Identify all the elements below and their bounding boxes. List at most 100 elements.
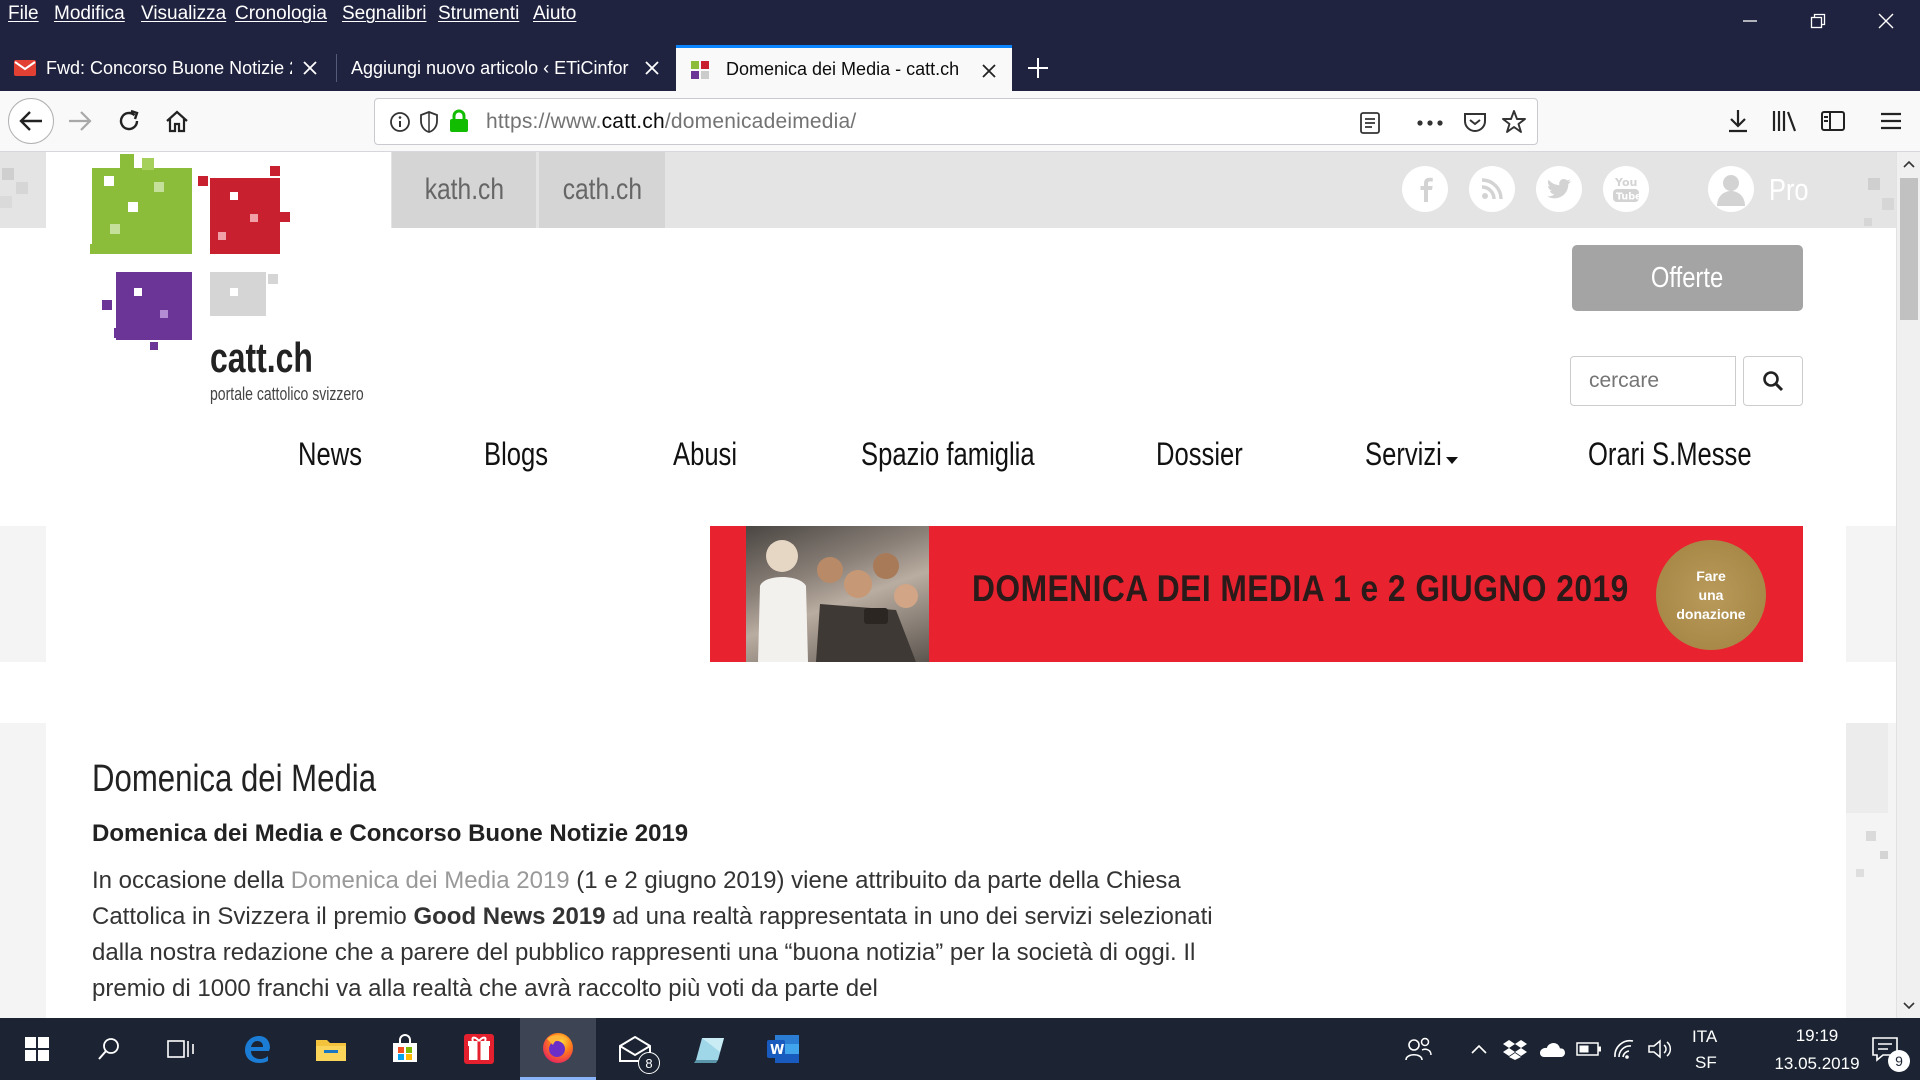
taskbar-store[interactable] [368,1018,442,1080]
tab-title: Aggiungi nuovo articolo ‹ ETiCinfor [351,57,629,78]
new-tab-button[interactable] [1018,48,1058,88]
sidebar-button[interactable] [1813,101,1853,141]
back-button[interactable] [8,98,54,144]
nav-dossier[interactable]: Dossier [1156,436,1243,473]
menu-strumenti[interactable]: Strumenti [438,3,519,25]
scroll-down-icon[interactable] [1903,1002,1915,1010]
chevron-up-icon [1471,1044,1487,1054]
menu-visualizza[interactable]: Visualizza [141,3,226,25]
rss-icon[interactable] [1469,166,1515,212]
home-button[interactable] [157,101,197,141]
nav-servizi[interactable]: Servizi [1365,436,1442,473]
windows-logo-icon [25,1037,49,1061]
banner-photo [746,526,929,662]
catt-logo-icon[interactable] [90,152,290,352]
catt-favicon [691,60,709,79]
input-language[interactable]: ITA [1692,1027,1717,1047]
restore-icon [1810,13,1826,29]
reload-icon [119,109,139,131]
domenica-media-banner[interactable]: DOMENICA DEI MEDIA 1 e 2 GIUGNO 2019 Far… [710,526,1803,662]
menu-modifica[interactable]: Modifica [54,3,125,25]
facebook-icon[interactable] [1402,166,1448,212]
user-avatar-icon[interactable] [1708,166,1754,212]
pro-login-link[interactable]: Pro [1769,172,1809,208]
taskbar-gift-app[interactable] [442,1018,516,1080]
app-menu-button[interactable] [1871,101,1911,141]
taskbar-edge[interactable] [220,1018,294,1080]
scrollbar-thumb[interactable] [1900,178,1918,320]
youtube-icon[interactable]: You Tube [1603,166,1649,212]
tray-wifi[interactable] [1608,1018,1642,1080]
tray-dropbox[interactable] [1498,1018,1532,1080]
lock-icon[interactable] [449,109,469,133]
twitter-icon[interactable] [1536,166,1582,212]
tab-wordpress[interactable]: Aggiungi nuovo articolo ‹ ETiCinfor [337,45,675,91]
address-bar[interactable]: https://www.catt.ch/domenicadeimedia/ [374,98,1538,145]
taskbar-app-blue[interactable] [672,1018,746,1080]
info-icon[interactable] [389,111,411,133]
caret-down-icon[interactable] [1446,457,1458,465]
tray-overflow-button[interactable] [1462,1018,1496,1080]
tab-catt-active[interactable]: Domenica dei Media - catt.ch [676,45,1012,91]
more-actions-icon[interactable] [1417,119,1443,127]
action-center-button[interactable]: 9 [1856,1018,1914,1080]
keyboard-layout[interactable]: SF [1695,1053,1717,1073]
page-scrollbar[interactable] [1896,152,1920,1018]
glass-app-icon [694,1038,724,1063]
close-tab-icon[interactable] [978,60,1000,82]
word-icon: W [767,1035,799,1063]
task-view-button[interactable] [144,1018,218,1080]
pocket-icon[interactable] [1463,111,1487,133]
forward-button[interactable] [60,101,100,141]
search-button[interactable] [1743,356,1803,406]
offers-button[interactable]: Offerte [1572,245,1803,311]
nav-blogs[interactable]: Blogs [484,436,548,473]
start-button[interactable] [0,1018,74,1080]
nav-news[interactable]: News [298,436,362,473]
portal-link-cath[interactable]: cath.ch [539,152,665,228]
tray-onedrive[interactable] [1534,1018,1570,1080]
browser-titlebar: File Modifica Visualizza Cronologia Segn… [0,0,1920,91]
svg-text:W: W [770,1043,784,1058]
menu-aiuto[interactable]: Aiuto [533,3,576,25]
domenica-media-link[interactable]: Domenica dei Media 2019 [291,867,570,894]
tray-battery[interactable] [1572,1018,1606,1080]
menu-segnalibri[interactable]: Segnalibri [342,3,427,25]
reader-view-icon[interactable] [1359,111,1381,135]
plus-icon [1028,58,1048,78]
svg-text:You: You [1614,176,1637,189]
taskbar-word[interactable]: W [746,1018,820,1080]
search-taskbar-button[interactable] [72,1018,146,1080]
tray-volume[interactable] [1642,1018,1678,1080]
people-icon [1405,1037,1432,1061]
close-window-button[interactable] [1854,0,1918,42]
close-tab-icon[interactable] [299,57,321,79]
article-paragraph: In occasione della Domenica dei Media 20… [92,867,1213,1002]
tracking-shield-icon[interactable] [419,110,439,134]
minimize-button[interactable] [1718,0,1782,42]
library-button[interactable] [1765,101,1805,141]
taskbar-mail[interactable]: 8 [598,1018,672,1080]
downloads-button[interactable] [1718,101,1758,141]
search-input[interactable] [1570,356,1736,406]
tab-gmail[interactable]: Fwd: Concorso Buone Notizie 2 [0,45,333,91]
donate-button[interactable]: Fare una donazione [1656,540,1766,650]
nav-orari-messe[interactable]: Orari S.Messe [1588,436,1752,473]
bookmark-star-icon[interactable] [1501,109,1527,135]
scroll-up-icon[interactable] [1903,160,1915,168]
reload-button[interactable] [109,101,149,141]
taskbar-firefox-active[interactable] [520,1018,596,1080]
menu-cronologia[interactable]: Cronologia [235,3,327,25]
nav-spazio-famiglia[interactable]: Spazio famiglia [861,436,1035,473]
nav-abusi[interactable]: Abusi [673,436,737,473]
people-button[interactable] [1388,1018,1448,1080]
taskbar-file-explorer[interactable] [294,1018,368,1080]
close-tab-icon[interactable] [641,57,663,79]
menu-file[interactable]: File [8,3,39,25]
page-title: Domenica dei Media [92,758,377,800]
library-icon [1772,111,1797,132]
firefox-icon [543,1032,573,1063]
portal-link-kath[interactable]: kath.ch [392,152,536,228]
url-text[interactable]: https://www.catt.ch/domenicadeimedia/ [486,110,856,134]
restore-button[interactable] [1786,0,1850,42]
